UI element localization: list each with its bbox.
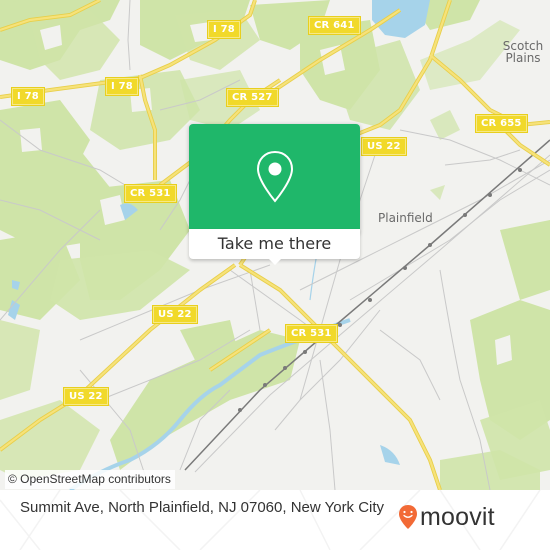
take-me-there-button[interactable]: Take me there (189, 229, 360, 259)
road-label-us22: US 22 (63, 387, 109, 406)
place-label-plainfield: Plainfield (378, 211, 433, 225)
place-label-scotch-plains: Scotch Plains (488, 40, 550, 64)
place-label-line: Plains (505, 51, 541, 65)
road-label-cr531: CR 531 (285, 324, 338, 343)
road-label-cr655: CR 655 (475, 114, 528, 133)
brand-name: moovit (420, 502, 495, 531)
road-label-cr527: CR 527 (226, 88, 279, 107)
address-text: Summit Ave, North Plainfield, NJ 07060, … (20, 499, 385, 516)
road-label-us22: US 22 (361, 137, 407, 156)
road-label-cr531: CR 531 (124, 184, 177, 203)
map-attribution[interactable]: © OpenStreetMap contributors (5, 470, 175, 489)
popup-header[interactable] (189, 124, 360, 229)
road-label-us22: US 22 (152, 305, 198, 324)
map-pin-icon (256, 150, 293, 203)
road-label-i78: I 78 (207, 20, 241, 39)
moovit-logo[interactable]: moovit (398, 502, 495, 532)
road-label-i78: I 78 (11, 87, 45, 106)
road-label-i78: I 78 (105, 77, 139, 96)
moovit-pin-icon (399, 505, 417, 529)
location-popup: Take me there (189, 124, 360, 265)
map-canvas[interactable]: I 78 I 78 I 78 CR 641 CR 527 CR 531 US 2… (0, 0, 550, 490)
popup-pointer (267, 257, 283, 265)
road-label-cr641: CR 641 (308, 16, 361, 35)
